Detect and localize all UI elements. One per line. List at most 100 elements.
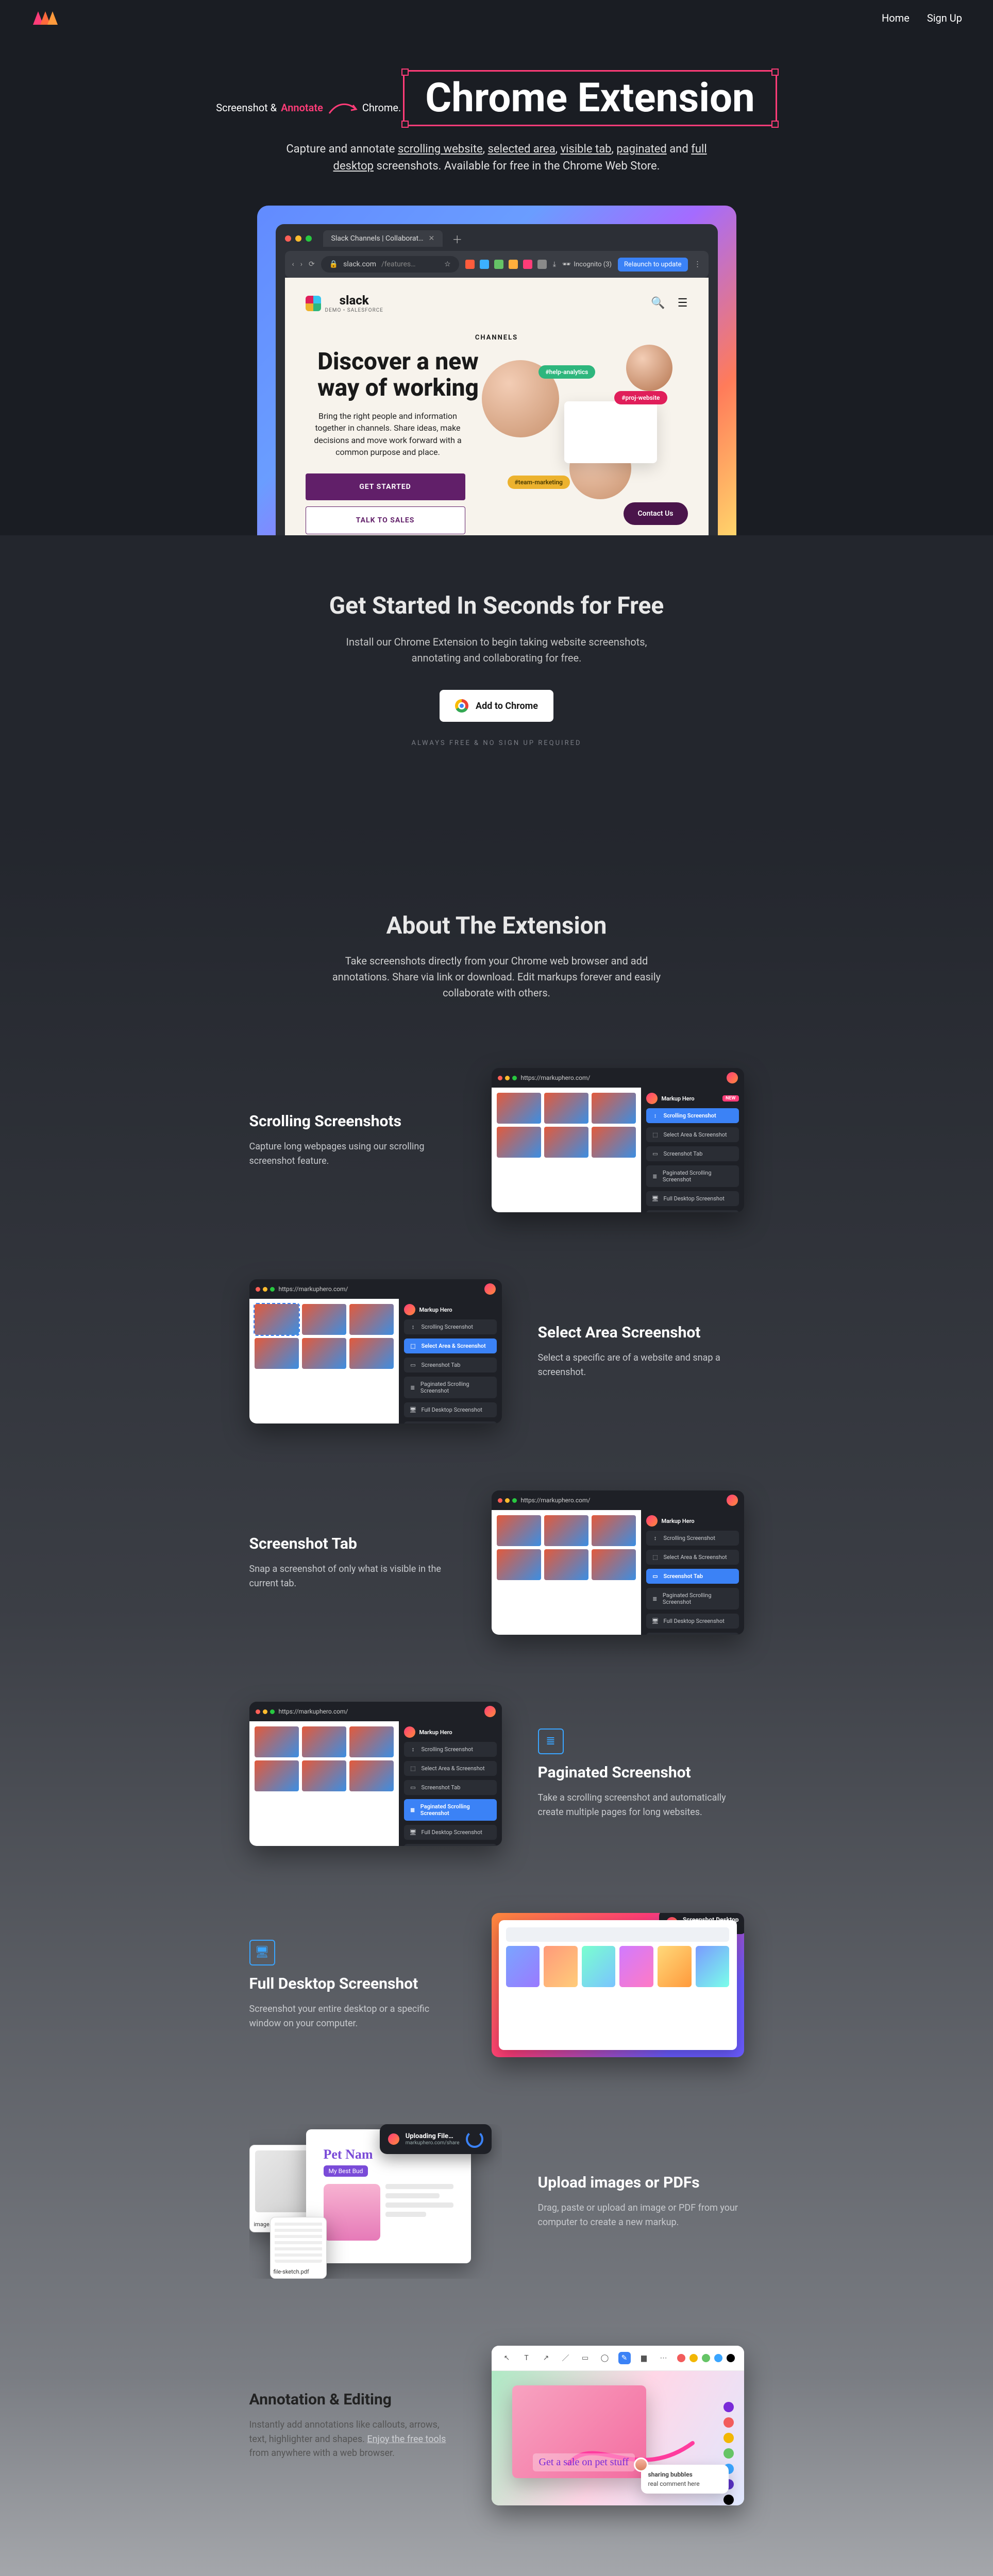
monitor-icon: 🖥 xyxy=(651,1195,660,1202)
rect-icon[interactable]: ▭ xyxy=(579,2354,592,2362)
panel-item-upload[interactable]: ⤴Upload Image or PDF xyxy=(646,1633,739,1635)
panel-item-upload[interactable]: ⤴Upload Image or PDF xyxy=(646,1210,739,1212)
ext-icon[interactable] xyxy=(465,260,475,269)
hero-link-tab[interactable]: visible tab xyxy=(560,143,611,156)
palette-swatch[interactable] xyxy=(723,2433,734,2443)
swatch[interactable] xyxy=(677,2354,685,2362)
panel-item-desktop[interactable]: 🖥Full Desktop Screenshot xyxy=(646,1191,739,1206)
panel-item-upload[interactable]: ⤴Upload Image or PDF xyxy=(404,1844,497,1846)
feature-desc: Drag, paste or upload an image or PDF fr… xyxy=(538,2201,744,2230)
hamburger-icon[interactable]: ☰ xyxy=(678,297,688,310)
panel-item-paginate[interactable]: ≣Paginated Scrolling Screenshot xyxy=(646,1165,739,1187)
swatches xyxy=(677,2354,735,2362)
logo[interactable] xyxy=(31,8,59,28)
get-started-button[interactable]: GET STARTED xyxy=(306,473,465,500)
eyebrow-post: Chrome. xyxy=(362,101,401,114)
ext-icon[interactable] xyxy=(494,260,503,269)
ext-icon[interactable] xyxy=(509,260,518,269)
anno-canvas: Get a sale on pet stuff sharing bubbles … xyxy=(492,2371,744,2505)
palette-swatch[interactable] xyxy=(723,2402,734,2412)
ext-icon[interactable] xyxy=(523,260,532,269)
palette-swatch[interactable] xyxy=(723,2448,734,2459)
panel-item-desktop[interactable]: 🖥Full Desktop Screenshot xyxy=(646,1614,739,1629)
file-thumb: file-sketch.pdf xyxy=(270,2217,327,2279)
panel-item-scrolling[interactable]: ↕Scrolling Screenshot xyxy=(404,1742,497,1757)
card-mock xyxy=(564,401,657,463)
arrow-tool-icon[interactable]: ↗ xyxy=(540,2354,552,2362)
eyebrow-pre: Screenshot & xyxy=(216,101,277,114)
panel-logo-icon xyxy=(388,2133,399,2145)
feature-text: Annotation & Editing Instantly add annot… xyxy=(249,2391,456,2461)
pen-icon[interactable]: ✎ xyxy=(618,2352,631,2364)
ext-icon[interactable] xyxy=(480,260,489,269)
feature-title: Upload images or PDFs xyxy=(538,2174,744,2192)
new-tab-icon[interactable]: ＋ xyxy=(448,231,466,246)
panel-item-tab[interactable]: ▭Screenshot Tab xyxy=(404,1358,497,1372)
max-dot-icon xyxy=(512,1076,517,1080)
panel-item-select[interactable]: ⬚Select Area & Screenshot xyxy=(404,1338,497,1353)
panel-item-desktop[interactable]: 🖥Full Desktop Screenshot xyxy=(404,1825,497,1840)
feature-desc: Select a specific are of a website and s… xyxy=(538,1351,744,1380)
more-icon[interactable]: ⋯ xyxy=(658,2354,670,2362)
hero-link-scrolling[interactable]: scrolling website xyxy=(398,143,483,156)
download-icon[interactable]: ⤓ xyxy=(553,260,556,268)
panel-item-scrolling[interactable]: ↕Scrolling Screenshot xyxy=(646,1531,739,1546)
line-icon[interactable]: ／ xyxy=(560,2353,572,2363)
panel-item-select[interactable]: ⬚Select Area & Screenshot xyxy=(646,1127,739,1142)
nav-home[interactable]: Home xyxy=(882,12,910,24)
panel-item-paginate[interactable]: ≣Paginated Scrolling Screenshot xyxy=(404,1377,497,1398)
palette-swatch[interactable] xyxy=(723,2417,734,2428)
star-icon[interactable]: ☆ xyxy=(444,260,451,268)
swatch[interactable] xyxy=(702,2354,710,2362)
panel-item-tab[interactable]: ▭Screenshot Tab xyxy=(404,1780,497,1795)
swatch[interactable] xyxy=(727,2354,735,2362)
add-to-chrome-button[interactable]: Add to Chrome xyxy=(440,690,553,722)
relaunch-button[interactable]: Relaunch to update xyxy=(618,258,687,272)
hero-link-paginated[interactable]: paginated xyxy=(616,143,666,156)
page-p: Bring the right people and information t… xyxy=(306,410,470,458)
forward-icon[interactable]: › xyxy=(300,260,302,268)
panel-item-label: Paginated Scrolling Screenshot xyxy=(420,1381,492,1394)
browser-page: slack DEMO • SALESFORCE 🔍 ☰ CHANNELS Dis… xyxy=(285,278,709,535)
panel-item-tab[interactable]: ▭Screenshot Tab xyxy=(646,1146,739,1161)
palette-swatch[interactable] xyxy=(723,2495,734,2505)
text-icon[interactable]: T xyxy=(520,2354,533,2362)
panel-item-paginate[interactable]: ≣Paginated Scrolling Screenshot xyxy=(646,1588,739,1609)
swatch[interactable] xyxy=(714,2354,722,2362)
talk-to-sales-button[interactable]: TALK TO SALES xyxy=(306,506,465,534)
search-icon[interactable]: 🔍 xyxy=(651,297,665,310)
topbar: Home Sign Up xyxy=(0,0,993,36)
menu-icon[interactable]: ⋮ xyxy=(694,260,701,268)
free-tools-link[interactable]: Enjoy the free tools xyxy=(367,2434,446,2445)
logo-icon xyxy=(31,9,59,27)
back-icon[interactable]: ‹ xyxy=(292,260,294,268)
panel-item-tab[interactable]: ▭Screenshot Tab xyxy=(646,1569,739,1584)
panel-item-scrolling[interactable]: ↕Scrolling Screenshot xyxy=(646,1108,739,1123)
page-header-right: 🔍 ☰ xyxy=(651,297,687,310)
close-dot-icon xyxy=(285,235,291,242)
ellipse-icon[interactable]: ◯ xyxy=(599,2354,611,2362)
ext-icon[interactable] xyxy=(537,260,547,269)
feature-image: Screenshot Desktop markuphero.com/share xyxy=(492,1913,744,2057)
reload-icon[interactable]: ⟳ xyxy=(309,260,315,268)
highlight-icon[interactable]: ▆ xyxy=(638,2354,650,2362)
pointer-icon[interactable]: ↖ xyxy=(501,2354,513,2362)
url-bar[interactable]: 🔒 slack.com/features… ☆ xyxy=(321,256,459,273)
nav-signup[interactable]: Sign Up xyxy=(927,12,962,24)
panel-item-desktop[interactable]: 🖥Full Desktop Screenshot xyxy=(404,1402,497,1417)
feature-desc: Capture long webpages using our scrollin… xyxy=(249,1140,456,1168)
close-icon[interactable]: ✕ xyxy=(428,234,434,243)
hero-link-selected[interactable]: selected area xyxy=(488,143,556,156)
channel-chip: #help-analytics xyxy=(538,365,596,379)
panel-item-label: Paginated Scrolling Screenshot xyxy=(420,1803,492,1817)
swatch[interactable] xyxy=(689,2354,698,2362)
page-ctas: GET STARTED TALK TO SALES xyxy=(306,473,465,534)
panel-item-upload[interactable]: ⤴Upload Image or PDF xyxy=(404,1421,497,1423)
panel-item-select[interactable]: ⬚Select Area & Screenshot xyxy=(404,1761,497,1776)
feature-desc: Screenshot your entire desktop or a spec… xyxy=(249,2002,456,2031)
panel-item-scrolling[interactable]: ↕Scrolling Screenshot xyxy=(404,1319,497,1334)
contact-us-button[interactable]: Contact Us xyxy=(624,502,688,525)
panel-item-paginate[interactable]: ≣Paginated Scrolling Screenshot xyxy=(404,1799,497,1821)
browser-tab[interactable]: Slack Channels | Collaborat… ✕ xyxy=(323,230,443,247)
panel-item-select[interactable]: ⬚Select Area & Screenshot xyxy=(646,1550,739,1565)
